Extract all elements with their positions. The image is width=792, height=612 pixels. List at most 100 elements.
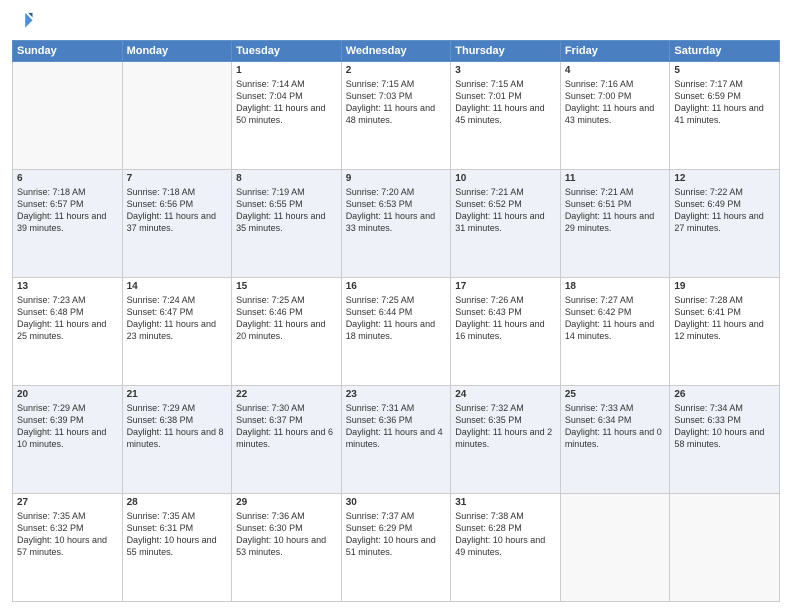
day-number: 16 (346, 281, 447, 292)
calendar-cell: 31 Sunrise: 7:38 AM Sunset: 6:28 PM Dayli… (451, 494, 561, 602)
day-header-sunday: Sunday (13, 41, 123, 62)
day-header-monday: Monday (122, 41, 232, 62)
day-info: Sunrise: 7:25 AM Sunset: 6:46 PM Dayligh… (236, 294, 337, 343)
calendar-week-3: 13 Sunrise: 7:23 AM Sunset: 6:48 PM Dayli… (13, 278, 780, 386)
day-number: 26 (674, 389, 775, 400)
day-info: Sunrise: 7:28 AM Sunset: 6:41 PM Dayligh… (674, 294, 775, 343)
day-info: Sunrise: 7:38 AM Sunset: 6:28 PM Dayligh… (455, 510, 556, 559)
day-info: Sunrise: 7:15 AM Sunset: 7:01 PM Dayligh… (455, 78, 556, 127)
calendar-cell (13, 62, 123, 170)
day-info: Sunrise: 7:17 AM Sunset: 6:59 PM Dayligh… (674, 78, 775, 127)
day-number: 25 (565, 389, 666, 400)
day-info: Sunrise: 7:21 AM Sunset: 6:52 PM Dayligh… (455, 186, 556, 235)
day-info: Sunrise: 7:29 AM Sunset: 6:38 PM Dayligh… (127, 402, 228, 451)
day-number: 31 (455, 497, 556, 508)
calendar-week-5: 27 Sunrise: 7:35 AM Sunset: 6:32 PM Dayli… (13, 494, 780, 602)
day-number: 12 (674, 173, 775, 184)
day-number: 14 (127, 281, 228, 292)
header (12, 10, 780, 32)
day-info: Sunrise: 7:26 AM Sunset: 6:43 PM Dayligh… (455, 294, 556, 343)
day-number: 5 (674, 65, 775, 76)
day-info: Sunrise: 7:35 AM Sunset: 6:32 PM Dayligh… (17, 510, 118, 559)
day-number: 21 (127, 389, 228, 400)
day-info: Sunrise: 7:18 AM Sunset: 6:56 PM Dayligh… (127, 186, 228, 235)
day-number: 18 (565, 281, 666, 292)
day-info: Sunrise: 7:33 AM Sunset: 6:34 PM Dayligh… (565, 402, 666, 451)
day-info: Sunrise: 7:16 AM Sunset: 7:00 PM Dayligh… (565, 78, 666, 127)
calendar-cell (122, 62, 232, 170)
calendar-cell: 30 Sunrise: 7:37 AM Sunset: 6:29 PM Dayli… (341, 494, 451, 602)
calendar-cell: 1 Sunrise: 7:14 AM Sunset: 7:04 PM Daylig… (232, 62, 342, 170)
day-number: 22 (236, 389, 337, 400)
day-number: 24 (455, 389, 556, 400)
day-number: 9 (346, 173, 447, 184)
calendar-cell: 6 Sunrise: 7:18 AM Sunset: 6:57 PM Daylig… (13, 170, 123, 278)
day-number: 8 (236, 173, 337, 184)
calendar-header-row: SundayMondayTuesdayWednesdayThursdayFrid… (13, 41, 780, 62)
day-info: Sunrise: 7:21 AM Sunset: 6:51 PM Dayligh… (565, 186, 666, 235)
day-number: 3 (455, 65, 556, 76)
calendar-cell: 25 Sunrise: 7:33 AM Sunset: 6:34 PM Dayli… (560, 386, 670, 494)
calendar-cell: 3 Sunrise: 7:15 AM Sunset: 7:01 PM Daylig… (451, 62, 561, 170)
day-info: Sunrise: 7:18 AM Sunset: 6:57 PM Dayligh… (17, 186, 118, 235)
day-number: 1 (236, 65, 337, 76)
calendar-cell: 24 Sunrise: 7:32 AM Sunset: 6:35 PM Dayli… (451, 386, 561, 494)
day-info: Sunrise: 7:37 AM Sunset: 6:29 PM Dayligh… (346, 510, 447, 559)
calendar-cell: 10Sunrise: 7:21 AM Sunset: 6:52 PM Dayli… (451, 170, 561, 278)
day-number: 30 (346, 497, 447, 508)
day-info: Sunrise: 7:15 AM Sunset: 7:03 PM Dayligh… (346, 78, 447, 127)
day-number: 6 (17, 173, 118, 184)
calendar-table: SundayMondayTuesdayWednesdayThursdayFrid… (12, 40, 780, 602)
day-info: Sunrise: 7:31 AM Sunset: 6:36 PM Dayligh… (346, 402, 447, 451)
day-header-saturday: Saturday (670, 41, 780, 62)
calendar-cell: 29Sunrise: 7:36 AM Sunset: 6:30 PM Dayli… (232, 494, 342, 602)
day-info: Sunrise: 7:25 AM Sunset: 6:44 PM Dayligh… (346, 294, 447, 343)
calendar-cell: 17 Sunrise: 7:26 AM Sunset: 6:43 PM Dayli… (451, 278, 561, 386)
day-info: Sunrise: 7:32 AM Sunset: 6:35 PM Dayligh… (455, 402, 556, 451)
day-header-friday: Friday (560, 41, 670, 62)
day-number: 11 (565, 173, 666, 184)
calendar-cell: 16 Sunrise: 7:25 AM Sunset: 6:44 PM Dayli… (341, 278, 451, 386)
page-container: SundayMondayTuesdayWednesdayThursdayFrid… (0, 0, 792, 612)
calendar-cell: 27 Sunrise: 7:35 AM Sunset: 6:32 PM Dayli… (13, 494, 123, 602)
calendar-cell: 18 Sunrise: 7:27 AM Sunset: 6:42 PM Dayli… (560, 278, 670, 386)
logo-icon (12, 10, 34, 32)
calendar-week-4: 20Sunrise: 7:29 AM Sunset: 6:39 PM Dayli… (13, 386, 780, 494)
day-number: 7 (127, 173, 228, 184)
logo (12, 10, 38, 32)
calendar-cell: 20Sunrise: 7:29 AM Sunset: 6:39 PM Dayli… (13, 386, 123, 494)
calendar-week-1: 1 Sunrise: 7:14 AM Sunset: 7:04 PM Daylig… (13, 62, 780, 170)
calendar-cell: 2 Sunrise: 7:15 AM Sunset: 7:03 PM Daylig… (341, 62, 451, 170)
calendar-cell: 8Sunrise: 7:19 AM Sunset: 6:55 PM Daylig… (232, 170, 342, 278)
day-number: 23 (346, 389, 447, 400)
day-number: 13 (17, 281, 118, 292)
day-info: Sunrise: 7:30 AM Sunset: 6:37 PM Dayligh… (236, 402, 337, 451)
calendar-cell: 11 Sunrise: 7:21 AM Sunset: 6:51 PM Dayli… (560, 170, 670, 278)
calendar-cell: 4 Sunrise: 7:16 AM Sunset: 7:00 PM Daylig… (560, 62, 670, 170)
day-info: Sunrise: 7:23 AM Sunset: 6:48 PM Dayligh… (17, 294, 118, 343)
calendar-cell: 19Sunrise: 7:28 AM Sunset: 6:41 PM Dayli… (670, 278, 780, 386)
calendar-cell (670, 494, 780, 602)
day-header-tuesday: Tuesday (232, 41, 342, 62)
day-info: Sunrise: 7:34 AM Sunset: 6:33 PM Dayligh… (674, 402, 775, 451)
calendar-cell: 5 Sunrise: 7:17 AM Sunset: 6:59 PM Daylig… (670, 62, 780, 170)
calendar-cell: 22 Sunrise: 7:30 AM Sunset: 6:37 PM Dayli… (232, 386, 342, 494)
day-number: 4 (565, 65, 666, 76)
calendar-cell: 28Sunrise: 7:35 AM Sunset: 6:31 PM Dayli… (122, 494, 232, 602)
day-info: Sunrise: 7:22 AM Sunset: 6:49 PM Dayligh… (674, 186, 775, 235)
day-number: 15 (236, 281, 337, 292)
day-number: 2 (346, 65, 447, 76)
calendar-cell: 13 Sunrise: 7:23 AM Sunset: 6:48 PM Dayli… (13, 278, 123, 386)
calendar-cell: 26 Sunrise: 7:34 AM Sunset: 6:33 PM Dayli… (670, 386, 780, 494)
day-number: 17 (455, 281, 556, 292)
day-header-thursday: Thursday (451, 41, 561, 62)
day-info: Sunrise: 7:29 AM Sunset: 6:39 PM Dayligh… (17, 402, 118, 451)
day-info: Sunrise: 7:14 AM Sunset: 7:04 PM Dayligh… (236, 78, 337, 127)
day-header-wednesday: Wednesday (341, 41, 451, 62)
day-number: 27 (17, 497, 118, 508)
calendar-cell: 14Sunrise: 7:24 AM Sunset: 6:47 PM Dayli… (122, 278, 232, 386)
day-number: 28 (127, 497, 228, 508)
calendar-cell: 12 Sunrise: 7:22 AM Sunset: 6:49 PM Dayli… (670, 170, 780, 278)
day-info: Sunrise: 7:27 AM Sunset: 6:42 PM Dayligh… (565, 294, 666, 343)
calendar-cell: 15 Sunrise: 7:25 AM Sunset: 6:46 PM Dayli… (232, 278, 342, 386)
